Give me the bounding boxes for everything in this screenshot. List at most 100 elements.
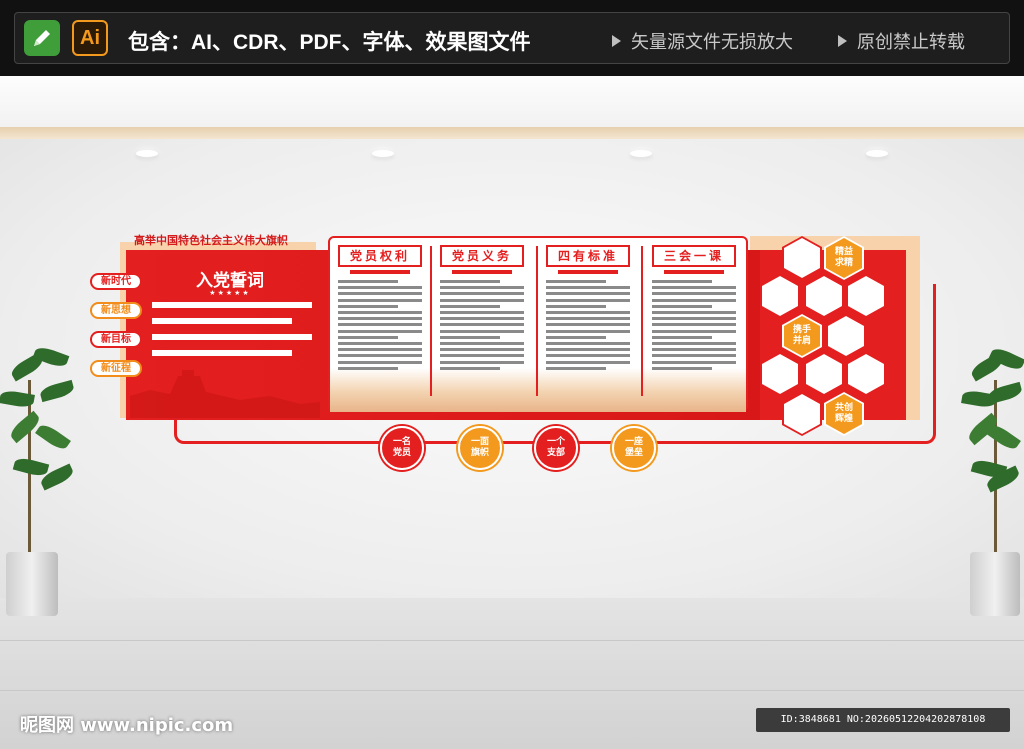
placeholder-text-line (338, 348, 422, 352)
placeholder-text-line (652, 304, 712, 308)
placeholder-text-line (338, 323, 422, 327)
great-wall-graphic (130, 370, 320, 418)
plant-pot (970, 552, 1020, 616)
placeholder-text-line (652, 335, 712, 339)
placeholder-text-line (440, 280, 500, 283)
image-id-bar: ID:3848681 NO:20260512204202878108 (756, 708, 1010, 732)
placeholder-text-line (440, 354, 524, 358)
placeholder-text-line (440, 286, 524, 290)
column-heading-standards: 四有标准 (546, 245, 630, 274)
placeholder-text-line (546, 366, 606, 370)
placeholder-text-line (338, 360, 422, 364)
column-divider (430, 246, 432, 396)
placeholder-text-line (652, 323, 736, 327)
circle-badge-flag: 一面 旗帜 (458, 426, 502, 470)
placeholder-text-line (440, 304, 500, 308)
banner-note-text: 矢量源文件无损放大 (631, 32, 793, 53)
oath-stars: ★★★★★ (209, 289, 251, 297)
placeholder-text-line (338, 292, 422, 296)
placeholder-text-line (652, 329, 736, 333)
ceiling-spotlight (630, 150, 652, 157)
placeholder-text-line (546, 360, 630, 364)
placeholder-text-line (652, 342, 736, 345)
tag-new-journey: 新征程 (90, 360, 142, 377)
floor-tile-line (0, 690, 1024, 691)
column-heading-text: 四有标准 (557, 249, 618, 263)
ceiling-spotlight (866, 150, 888, 157)
oath-text-line (152, 350, 292, 356)
placeholder-text-line (338, 298, 422, 302)
placeholder-text-line (546, 280, 606, 283)
placeholder-text-line (440, 360, 524, 364)
circle-badge-member: 一名 党员 (380, 426, 424, 470)
placeholder-text-line (652, 317, 736, 321)
column-heading-rights: 党员权利 (338, 245, 422, 274)
tag-new-goal: 新目标 (90, 331, 142, 348)
oath-title: 入党誓词 (196, 271, 264, 291)
oath-text-line (152, 302, 312, 308)
plant-pot (6, 552, 58, 616)
placeholder-text-line (338, 342, 422, 345)
column-divider (641, 246, 643, 396)
placeholder-text-line (440, 366, 500, 370)
oath-text-line (152, 318, 292, 324)
placeholder-text-line (338, 280, 398, 283)
placeholder-text-line (440, 298, 524, 302)
circle-label: 一个 支部 (546, 437, 565, 458)
column-heading-text: 党员权利 (349, 249, 410, 263)
column-heading-text: 三会一课 (663, 249, 724, 263)
column-heading-meetings: 三会一课 (652, 245, 736, 274)
circle-badge-fortress: 一座 堡垒 (612, 426, 656, 470)
placeholder-text-line (440, 342, 524, 345)
placeholder-text-line (652, 298, 736, 302)
placeholder-text-line (546, 298, 630, 302)
placeholder-text-line (440, 317, 524, 321)
play-arrow-icon (838, 35, 847, 47)
placeholder-text-line (652, 292, 736, 296)
hexagon-label: 共创 辉煌 (826, 394, 862, 434)
placeholder-text-line (338, 317, 422, 321)
placeholder-text-line (546, 323, 630, 327)
placeholder-text-line (546, 292, 630, 296)
placeholder-text-line (652, 366, 712, 370)
placeholder-text-line (546, 348, 630, 352)
placeholder-text-line (338, 329, 422, 333)
placeholder-text-line (652, 354, 736, 358)
placeholder-text-line (338, 354, 422, 358)
illustrator-icon: Ai (72, 20, 108, 56)
banner-note-text: 原创禁止转载 (857, 32, 965, 53)
circle-badge-branch: 一个 支部 (534, 426, 578, 470)
placeholder-text-line (440, 348, 524, 352)
column-heading-duties: 党员义务 (440, 245, 524, 274)
placeholder-text-line (652, 286, 736, 290)
placeholder-text-line (440, 323, 524, 327)
banner-note-vector: 矢量源文件无损放大 (612, 28, 793, 54)
slogan: 高举中国特色社会主义伟大旗帜 (134, 234, 288, 247)
placeholder-text-line (546, 311, 630, 314)
placeholder-text-line (440, 292, 524, 296)
placeholder-text-line (652, 311, 736, 314)
hexagon-label: 携手 并肩 (784, 316, 820, 356)
circle-label: 一座 堡垒 (624, 437, 643, 458)
column-divider (536, 246, 538, 396)
placeholder-text-line (652, 348, 736, 352)
placeholder-text-line (546, 329, 630, 333)
placeholder-text-line (440, 335, 500, 339)
play-arrow-icon (612, 35, 621, 47)
placeholder-text-line (338, 311, 422, 314)
placeholder-text-line (546, 354, 630, 358)
placeholder-text-line (546, 304, 606, 308)
placeholder-text-line (440, 311, 524, 314)
oath-text-line (152, 334, 312, 340)
ceiling-spotlight (136, 150, 158, 157)
placeholder-text-line (440, 329, 524, 333)
hexagon-label: 精益 求精 (826, 238, 862, 278)
placeholder-text-line (652, 360, 736, 364)
pencil-icon (24, 20, 60, 56)
placeholder-text-line (338, 304, 398, 308)
placeholder-text-line (546, 335, 606, 339)
ceiling-trim (0, 127, 1024, 139)
placeholder-text-line (652, 280, 712, 283)
banner-note-copyright: 原创禁止转载 (838, 28, 965, 54)
placeholder-text-line (338, 366, 398, 370)
